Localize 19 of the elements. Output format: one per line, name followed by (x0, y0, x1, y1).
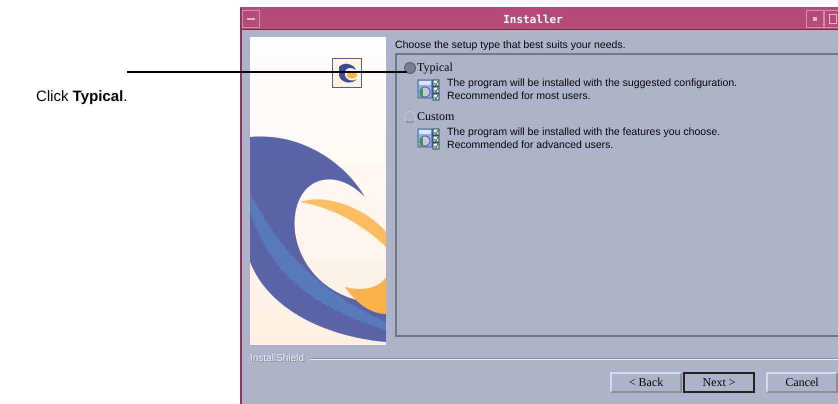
window-title: Installer (502, 12, 564, 26)
dialog-button[interactable]: Next > (683, 372, 755, 393)
minimize-button[interactable] (806, 10, 824, 28)
setup-type-radio[interactable]: Custom (404, 109, 454, 124)
dialog-button[interactable]: Cancel (766, 372, 838, 393)
option-description: The program will be installed with the suggested configuration. (447, 77, 738, 90)
option-description: The program will be installed with the features you choose. (447, 126, 720, 139)
option-description: Recommended for advanced users. (447, 139, 614, 152)
option-description: Recommended for most users. (447, 90, 592, 103)
callout-text: Click Typical. (36, 88, 128, 105)
window-menu-button[interactable] (242, 10, 260, 28)
brand-label: InstallShield (250, 353, 304, 364)
checklist-icon (417, 126, 441, 150)
setup-type-radio[interactable]: Typical (404, 60, 453, 75)
dialog-button[interactable]: < Back (610, 372, 682, 393)
checklist-icon (417, 77, 441, 101)
maximize-button[interactable] (824, 10, 838, 28)
logo-icon (332, 58, 362, 88)
instruction-text: Choose the setup type that best suits your needs. (395, 38, 627, 53)
